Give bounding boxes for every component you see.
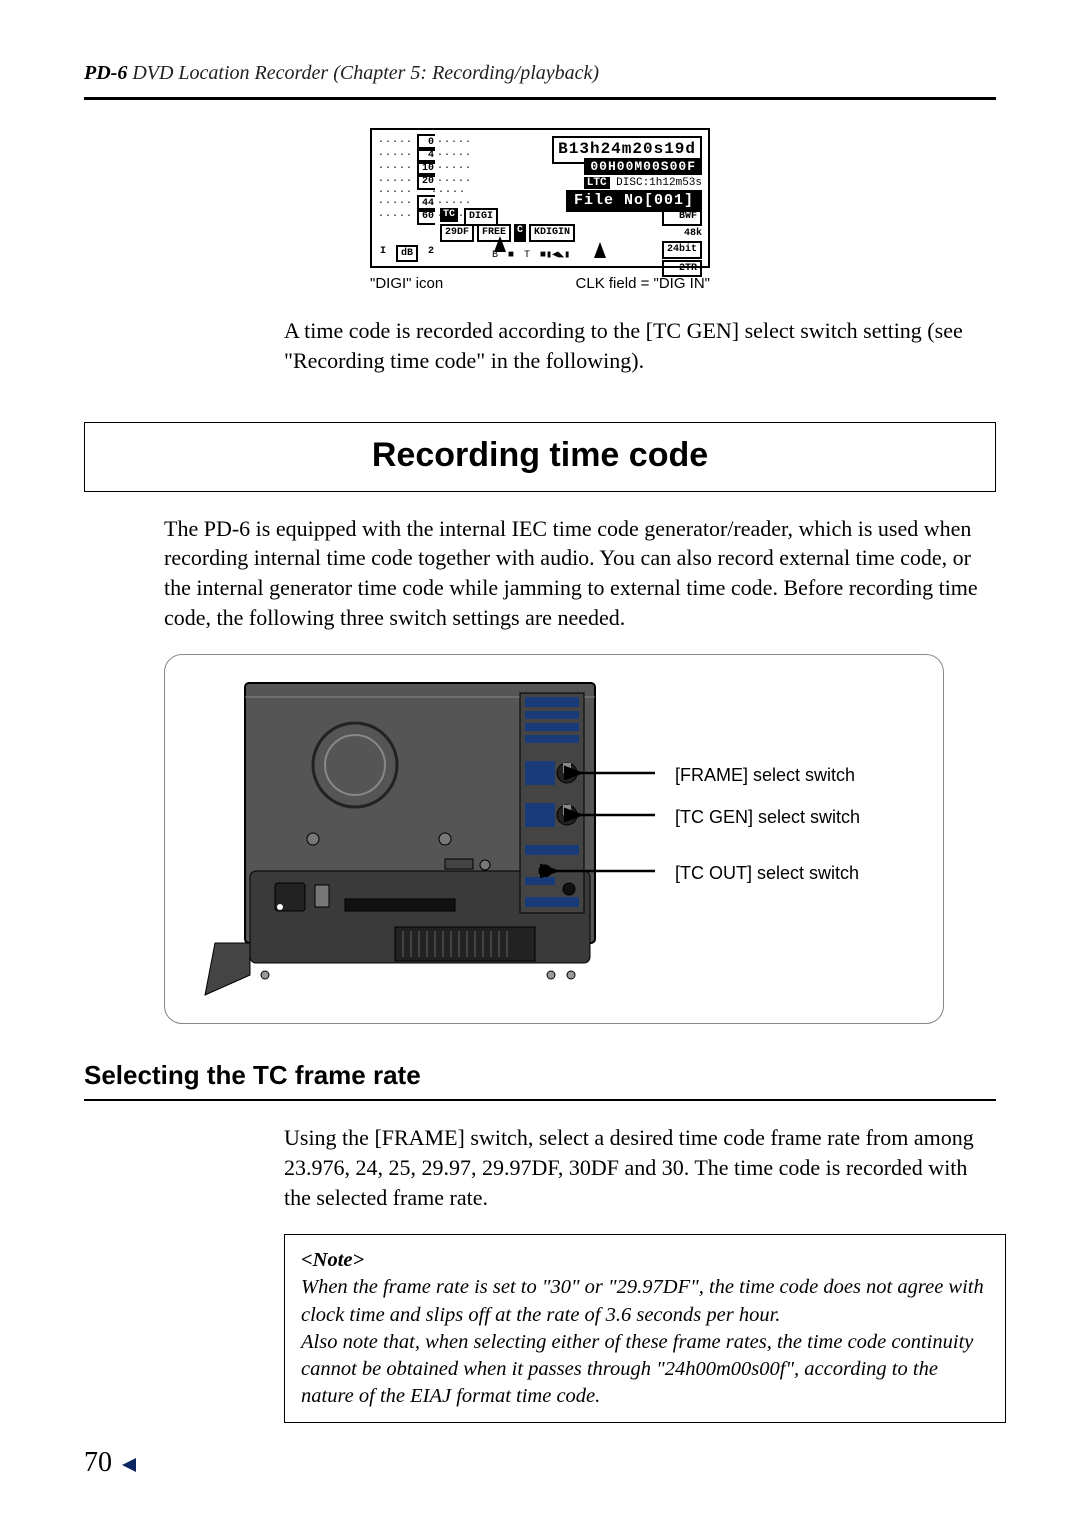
model-name: PD-6 xyxy=(84,62,127,84)
sub-heading: Selecting the TC frame rate xyxy=(84,1058,996,1101)
note-title: <Note> xyxy=(301,1247,989,1274)
arrow-up-icon xyxy=(594,242,606,258)
running-header: PD-6 DVD Location Recorder (Chapter 5: R… xyxy=(84,60,996,100)
callout-frame: [FRAME] select switch xyxy=(675,763,855,787)
section-intro: The PD-6 is equipped with the internal I… xyxy=(164,514,984,633)
note-body-1: When the frame rate is set to "30" or "2… xyxy=(301,1274,989,1328)
lcd-caption-right: CLK field = "DIG IN" xyxy=(576,274,710,294)
lcd-figure: ·····0····· ·····4····· ·····10····· ···… xyxy=(370,128,710,294)
callout-tcout: [TC OUT] select switch xyxy=(675,861,859,885)
device-figure: [FRAME] select switch [TC GEN] select sw… xyxy=(164,654,944,1024)
lcd-meter-scale: ·····0····· ·····4····· ·····10····· ···… xyxy=(378,136,424,260)
para-after-lcd: A time code is recorded according to the… xyxy=(284,316,986,375)
header-rest: DVD Location Recorder (Chapter 5: Record… xyxy=(127,62,599,84)
sub-para: Using the [FRAME] switch, select a desir… xyxy=(284,1123,986,1212)
lcd-caption-left: "DIGI" icon xyxy=(370,274,443,294)
note-box: <Note> When the frame rate is set to "30… xyxy=(284,1234,1006,1422)
lcd-line2: 00H00M00S00F xyxy=(584,158,702,175)
section-heading: Recording time code xyxy=(84,422,996,492)
arrow-up-icon xyxy=(494,236,506,252)
digi-icon-label: DIGI xyxy=(464,208,498,226)
note-body-2: Also note that, when selecting either of… xyxy=(301,1329,989,1410)
device-illustration xyxy=(185,675,665,1005)
lcd-screen: ·····0····· ·····4····· ·····10····· ···… xyxy=(370,128,710,268)
triangle-icon xyxy=(122,1458,136,1472)
callout-tcgen: [TC GEN] select switch xyxy=(675,805,860,829)
page-number: 70 xyxy=(84,1444,136,1482)
